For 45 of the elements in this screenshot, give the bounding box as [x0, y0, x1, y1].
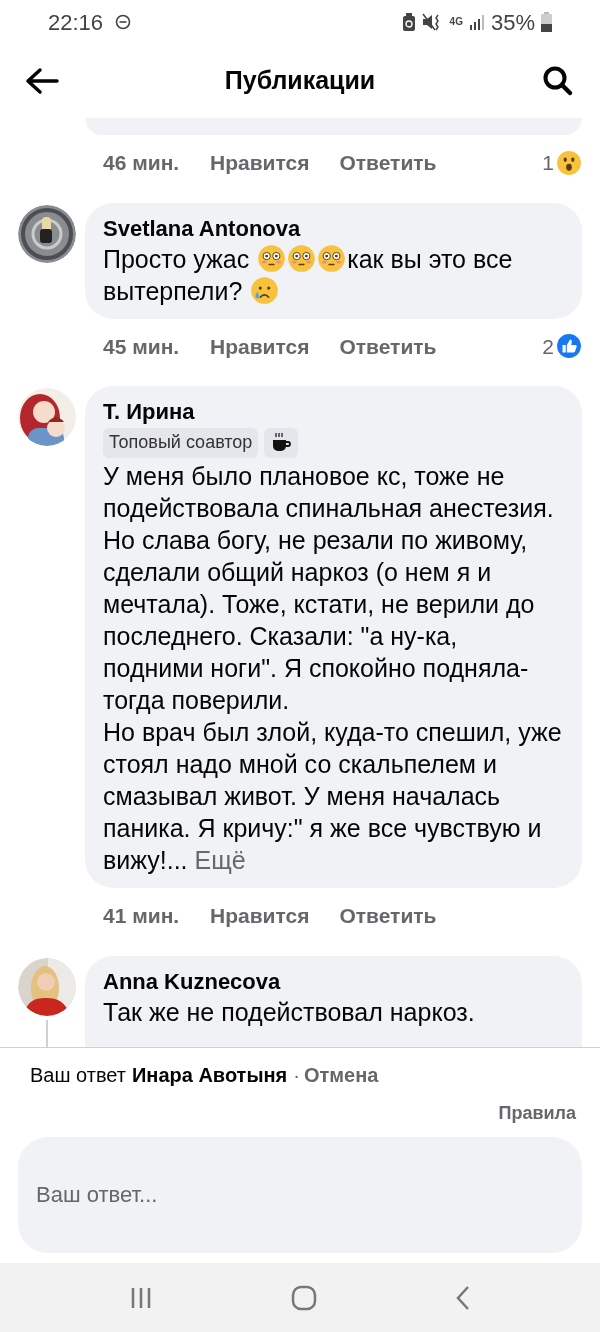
- comment-text: Просто ужас: [103, 243, 250, 275]
- contributor-badge: Топовый соавтор: [103, 428, 259, 458]
- reply-link[interactable]: Ответить: [339, 330, 437, 362]
- signal-icon: [468, 14, 485, 30]
- page-title: Публикации: [223, 65, 377, 97]
- recent-apps-icon[interactable]: [129, 1285, 153, 1310]
- do-not-disturb-icon: [115, 14, 132, 30]
- like-link[interactable]: Нравится: [210, 900, 310, 932]
- surprised-emoji-icon: [556, 149, 582, 176]
- comment-text: Так же не подействовал наркоз.: [103, 996, 476, 1028]
- comment-time: 46 мин.: [103, 150, 181, 176]
- comment-time: 41 мин.: [103, 903, 181, 929]
- reaction-count: 1: [542, 150, 554, 176]
- battery-icon: [541, 12, 552, 32]
- cancel-link[interactable]: Отмена: [303, 1060, 379, 1090]
- rules-link[interactable]: Правила: [498, 1100, 576, 1127]
- battery-percent: 35%: [490, 8, 535, 37]
- status-time: 22:16: [48, 8, 104, 37]
- crying-emoji-icon: [250, 276, 280, 305]
- reply-link[interactable]: Ответить: [339, 900, 437, 932]
- like-link[interactable]: Нравится: [210, 330, 310, 362]
- reply-link[interactable]: Ответить: [339, 147, 437, 179]
- home-icon[interactable]: [291, 1284, 317, 1311]
- reaction-count: 2: [542, 333, 554, 360]
- see-more-link[interactable]: Ещё: [194, 844, 246, 876]
- back-icon[interactable]: [455, 1284, 471, 1311]
- flushed-emoji-icon: [317, 244, 347, 273]
- comment-author[interactable]: Т. Ирина: [103, 398, 564, 426]
- battery-saver-icon: [401, 13, 416, 31]
- comment-text: вытерпели?: [103, 275, 243, 307]
- flushed-emoji-icon: [287, 244, 317, 273]
- comment-text: как вы это все: [347, 243, 513, 275]
- coffee-cup-icon: [264, 428, 299, 458]
- comment-author[interactable]: Anna Kuznecova: [103, 967, 564, 996]
- separator: ·: [293, 1063, 300, 1088]
- reply-target-name: Инара Авотыня: [131, 1063, 288, 1088]
- reply-prefix: Ваш ответ: [30, 1063, 126, 1088]
- reply-input-field[interactable]: Ваш ответ...: [18, 1137, 582, 1253]
- flushed-emoji-icon: [257, 244, 287, 273]
- network-type: 4G: [449, 17, 463, 27]
- comment-author[interactable]: Svetlana Antonova: [103, 214, 564, 243]
- comment-time: 45 мин.: [103, 333, 181, 360]
- like-reaction-icon: [556, 333, 582, 360]
- comment-text: У меня было плановое кс, тоже не подействовала спинальная анестезия. Но слава богу, не резали по живому, сделали общий наркоз (о нем я и мечтала). Тоже, кстати, не верили до последнего. Сказали: "а ну-ка, подними ноги". Я спокойно подняла-тогда поверили. Но врач был злой, куда-то спешил, уже стоял надо мной со скальпелем и смазывал живот. У меня началась паника. Я кричу:" я же все чувствую и вижу!... Ещё: [103, 461, 563, 876]
- like-link[interactable]: Нравится: [210, 147, 310, 179]
